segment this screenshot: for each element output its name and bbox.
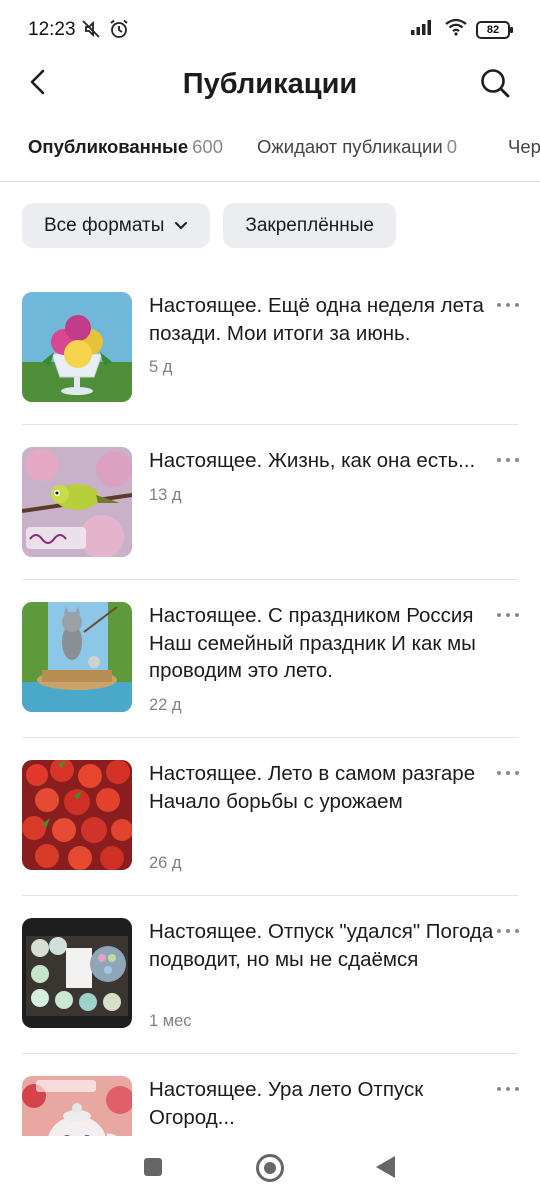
home-button[interactable] — [256, 1154, 284, 1182]
tab-published[interactable]: Опубликованные 600 — [28, 136, 223, 158]
pinned-filter-label: Закреплённые — [245, 214, 374, 236]
post-thumbnail — [22, 760, 132, 870]
more-options-button[interactable] — [494, 453, 522, 467]
post-time: 26 д — [149, 854, 182, 872]
post-title: Настоящее. Жизнь, как она есть... — [149, 449, 476, 472]
filter-chips: Все форматы Закреплённые — [22, 203, 396, 248]
more-options-button[interactable] — [494, 298, 522, 312]
tab-label: Опубликованные — [28, 136, 189, 157]
post-thumbnail — [22, 602, 132, 712]
status-time: 12:23 — [28, 19, 76, 40]
mute-icon — [80, 18, 102, 45]
alarm-icon — [108, 18, 130, 45]
post-title: Настоящее. С праздником Россия Наш семей… — [149, 604, 476, 682]
page-title: Публикации — [182, 68, 358, 100]
format-filter-chip[interactable]: Все форматы — [22, 203, 211, 248]
system-nav-bar — [0, 1136, 540, 1200]
list-item[interactable]: Настоящее. Лето в самом разгаре Начало б… — [0, 738, 540, 896]
status-right: 82 — [410, 18, 513, 41]
signal-icon — [410, 18, 436, 41]
tab-bar: Опубликованные 600 Ожидают публикации 0 Че… — [0, 124, 540, 182]
post-thumbnail — [22, 1076, 132, 1136]
tab-label: Ожидают публикации — [257, 136, 443, 157]
search-button[interactable] — [476, 66, 514, 104]
post-thumbnail — [22, 447, 132, 557]
more-options-button[interactable] — [494, 924, 522, 938]
tab-count: 600 — [192, 136, 223, 157]
more-options-button[interactable] — [494, 1082, 522, 1096]
status-left-icons — [80, 18, 130, 45]
more-options-button[interactable] — [494, 766, 522, 780]
recents-button[interactable] — [144, 1158, 162, 1176]
post-thumbnail — [22, 292, 132, 402]
post-title: Настоящее. Лето в самом разгаре Начало б… — [149, 762, 476, 813]
wifi-icon — [444, 18, 468, 41]
list-item[interactable]: Настоящее. С праздником Россия Наш семей… — [0, 580, 540, 738]
system-back-button[interactable] — [376, 1156, 395, 1178]
post-time: 22 д — [149, 696, 182, 714]
tab-drafts[interactable]: Чер — [508, 136, 540, 158]
chevron-down-icon — [174, 215, 188, 237]
tab-scheduled[interactable]: Ожидают публикации 0 — [257, 136, 457, 158]
app-bar: Публикации — [0, 58, 540, 114]
post-time: 13 д — [149, 486, 182, 504]
post-list: Настоящее. Ещё одна неделя лета позади. … — [0, 270, 540, 1136]
post-title: Настоящее. Ура лето Отпуск Огород... — [149, 1078, 424, 1129]
post-time: 5 д — [149, 358, 173, 376]
list-item[interactable]: Настоящее. Жизнь, как она есть... 13 д — [0, 425, 540, 580]
list-item[interactable]: Настоящее. Ура лето Отпуск Огород... — [0, 1054, 540, 1136]
post-thumbnail — [22, 918, 132, 1028]
battery-indicator: 82 — [476, 20, 513, 39]
post-title: Настоящее. Отпуск "удался" Погода подвод… — [149, 920, 494, 971]
status-bar: 12:23 82 — [0, 0, 540, 58]
tab-count: 0 — [446, 136, 457, 157]
pinned-filter-chip[interactable]: Закреплённые — [223, 203, 396, 248]
list-item[interactable]: Настоящее. Отпуск "удался" Погода подвод… — [0, 896, 540, 1054]
more-options-button[interactable] — [494, 608, 522, 622]
tab-label: Чер — [508, 136, 540, 157]
search-icon — [479, 67, 511, 104]
post-time: 1 мес — [149, 1012, 192, 1030]
post-title: Настоящее. Ещё одна неделя лета позади. … — [149, 294, 484, 345]
format-filter-label: Все форматы — [44, 214, 165, 236]
list-item[interactable]: Настоящее. Ещё одна неделя лета позади. … — [0, 270, 540, 425]
